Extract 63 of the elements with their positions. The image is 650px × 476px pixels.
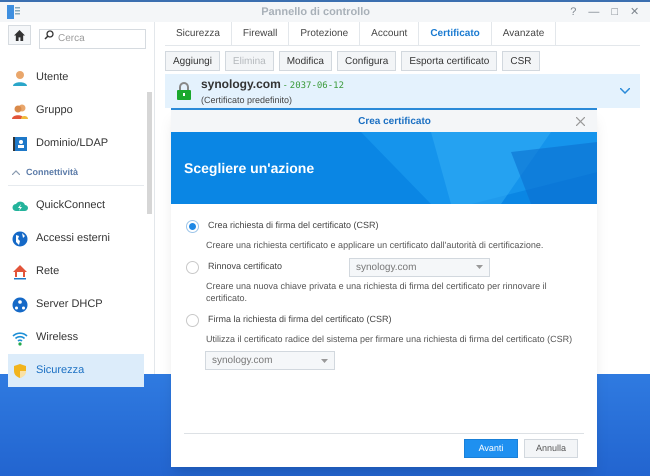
- user-icon: [12, 70, 28, 86]
- option-label[interactable]: Crea richiesta di firma del certificato (CSR): [208, 219, 379, 233]
- sidebar-item[interactable]: Sicurezza: [8, 354, 144, 387]
- option-label[interactable]: Firma la richiesta di firma del certificato (CSR): [208, 313, 392, 327]
- cancel-button[interactable]: Annulla: [524, 439, 578, 458]
- option-description: Creare una richiesta certificato e applicare un certificato dall'autorità di certificazione.: [205, 239, 544, 251]
- home-button[interactable]: [8, 25, 31, 45]
- certificate-name: synology.com: [201, 76, 281, 93]
- home-icon: [14, 30, 25, 40]
- toolbar-button[interactable]: Aggiungi: [165, 51, 220, 71]
- radio-button[interactable]: [186, 260, 199, 274]
- group-icon: [12, 102, 28, 118]
- tab[interactable]: Protezione: [289, 22, 360, 46]
- window-control-button[interactable]: ✕: [630, 6, 639, 18]
- tab[interactable]: Sicurezza: [165, 22, 232, 46]
- radio-button[interactable]: [186, 220, 199, 232]
- padlock-icon: [177, 82, 191, 100]
- separator-text: -: [284, 79, 287, 92]
- dialog-title: Crea certificato: [358, 114, 431, 128]
- expiry-date: 2037-06-12: [290, 80, 344, 93]
- certificate-row[interactable]: synology.com - 2037-06-12 (Certificato predefinito): [165, 74, 640, 108]
- search-icon: [44, 30, 54, 40]
- tab[interactable]: Firewall: [232, 22, 290, 46]
- sidebar-item[interactable]: Accessi esterni: [8, 222, 144, 255]
- address-book-icon: [12, 136, 28, 152]
- option-description: Utilizza il certificato radice del sistema per firmare una richiesta di firma del certificato (CSR): [205, 333, 574, 345]
- sidebar-item[interactable]: QuickConnect: [8, 189, 144, 222]
- toolbar-button[interactable]: Modifica: [278, 51, 332, 71]
- house-icon: [12, 264, 28, 280]
- window-control-button[interactable]: □: [611, 6, 618, 18]
- sidebar-item[interactable]: Dominio/LDAP: [8, 127, 144, 160]
- sidebar-item[interactable]: Wireless: [8, 321, 144, 354]
- sidebar-item[interactable]: Utente: [8, 61, 144, 94]
- sidebar-item[interactable]: Rete: [8, 255, 144, 288]
- option-label[interactable]: Rinnova certificato: [208, 260, 340, 274]
- wifi-icon: [12, 330, 28, 346]
- globe-icon: [12, 230, 28, 246]
- toolbar-button[interactable]: CSR: [502, 51, 540, 71]
- tab[interactable]: Certificato: [419, 22, 492, 46]
- select-field[interactable]: synology.com: [205, 351, 335, 370]
- section-header[interactable]: Connettività: [8, 160, 144, 186]
- dialog-heading: Scegliere un'azione: [183, 158, 314, 178]
- chevron-icon: [12, 170, 20, 175]
- toolbar-button[interactable]: Configura: [336, 51, 396, 71]
- chevron-icon[interactable]: [620, 88, 630, 94]
- shield-icon: [12, 362, 28, 378]
- option-description: Creare una nuova chiave privata e una richiesta di firma del certificato per rinnovare il certificato.: [205, 280, 548, 304]
- search-field[interactable]: Cerca: [39, 28, 146, 48]
- sidebar-item[interactable]: Server DHCP: [8, 288, 144, 321]
- scrollbar[interactable]: [147, 92, 152, 214]
- select-field[interactable]: synology.com: [349, 258, 490, 276]
- network-icon: [12, 296, 28, 312]
- window-title: Pannello di controllo: [261, 4, 370, 20]
- certificate-note: (Certificato predefinito): [201, 94, 294, 107]
- app-icon: [7, 5, 21, 19]
- radio-button[interactable]: [186, 314, 199, 326]
- sidebar-item[interactable]: Gruppo: [8, 94, 144, 127]
- close-icon[interactable]: [576, 116, 585, 126]
- caret-icon: [476, 265, 483, 269]
- caret-icon: [321, 358, 328, 362]
- toolbar-button[interactable]: Esporta certificato: [401, 51, 498, 71]
- tab[interactable]: Account: [360, 22, 420, 46]
- tab[interactable]: Avanzate: [492, 22, 556, 46]
